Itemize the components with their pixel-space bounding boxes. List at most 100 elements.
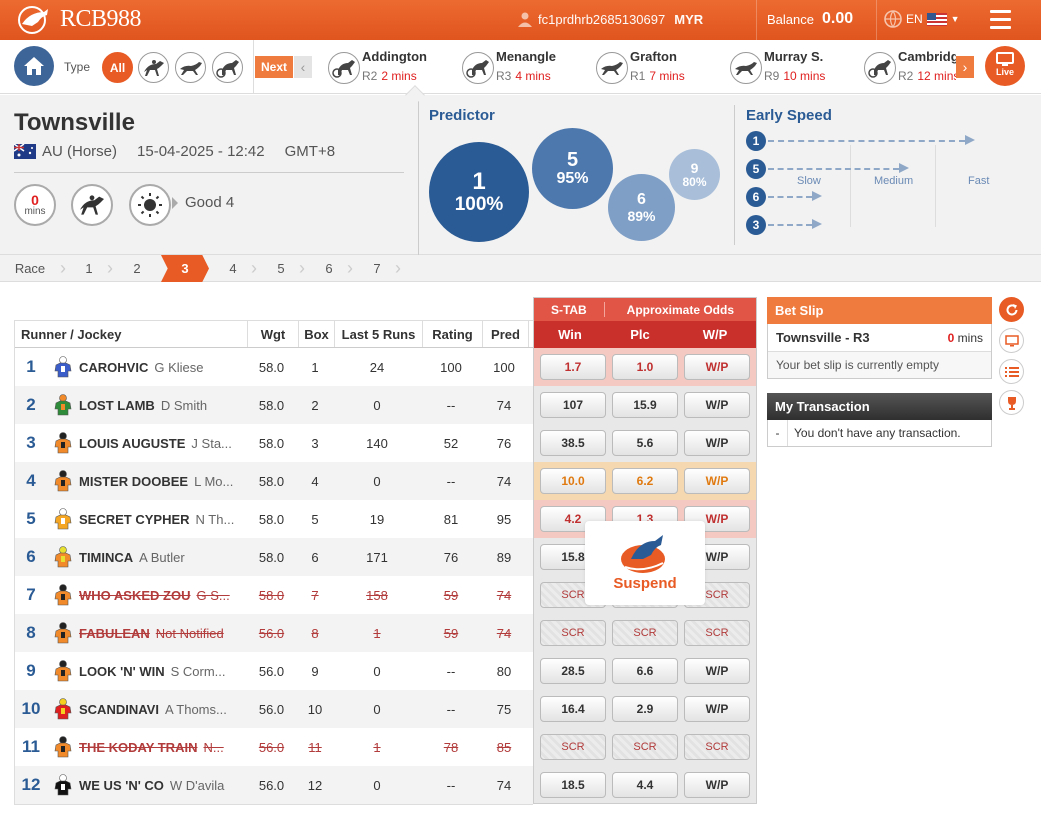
brand-logo[interactable]: RCB988 [14,4,142,34]
race-tab-1[interactable]: 1 [65,255,113,282]
cell-last5: 0 [373,397,381,413]
chevron-right-icon[interactable]: › [956,56,974,78]
cell-wgt: 56.0 [258,739,285,755]
table-row[interactable]: 11 THE KODAY TRAIN N... 56.0 11 1 78 85 [15,728,533,766]
chevron-left-icon[interactable]: ‹ [294,56,312,78]
odds-win-button[interactable]: 10.0 [540,468,606,494]
table-row[interactable]: 12 WE US 'N' CO W D'avila 56.0 12 0 -- 74 [15,766,533,804]
race-tab-3[interactable]: 3 [161,255,209,282]
cell-box: 12 [307,777,323,793]
type-all-button[interactable]: All [102,52,133,83]
trophy-icon [1007,396,1016,410]
hamburger-menu-icon[interactable] [990,10,1011,34]
refresh-button[interactable] [999,297,1024,322]
runner-jockey: FABULEAN Not Notified [79,626,246,641]
bet-slip-title: Bet Slip [767,297,992,324]
table-row[interactable]: 1 CAROHVIC G Kliese 58.0 1 24 100 100 [15,348,533,386]
odds-win-button[interactable]: 107 [540,392,606,418]
next-race-info: R3 4 mins [496,69,551,83]
odds-plc-button[interactable]: 2.9 [612,696,678,722]
odds-win-button[interactable]: 1.7 [540,354,606,380]
race-tab-4[interactable]: 4 [209,255,257,282]
next-race-item[interactable]: Grafton R1 7 mins [582,46,716,90]
odds-plc-button[interactable]: SCR [612,620,678,646]
type-harness-button[interactable] [212,52,243,83]
runner-name: LOST LAMB [79,397,155,413]
odds-wp-button[interactable]: SCR [684,620,750,646]
odds-plc-button[interactable]: SCR [612,734,678,760]
table-row[interactable]: 2 LOST LAMB D Smith 58.0 2 0 -- 74 [15,386,533,424]
odds-win-button[interactable]: SCR [540,620,606,646]
race-tab-2[interactable]: 2 [113,255,161,282]
type-greyhound-button[interactable] [175,52,206,83]
cell-pred: 75 [496,701,512,717]
next-race-info: R2 2 mins [362,69,417,83]
col-box: Box [299,321,335,347]
odds-wp-button[interactable]: W/P [684,696,750,722]
table-row[interactable]: 8 FABULEAN Not Notified 56.0 8 1 59 74 [15,614,533,652]
language-selector[interactable]: EN ▼ [884,10,960,28]
runner-name: SECRET CYPHER [79,511,190,527]
user-icon [518,12,532,27]
divider [756,0,757,40]
user-info[interactable]: fc1prdhrb2685130697 MYR [517,11,703,27]
odds-wp-button[interactable]: SCR [684,734,750,760]
odds-wp-button[interactable]: W/P [684,430,750,456]
cell-pred: 85 [496,739,512,755]
col-rating: Rating [423,321,483,347]
race-tabs: Race 1 › 2 3 4 › 5 › 6 › 7 › › [0,255,1041,282]
race-tab-7[interactable]: 7 [353,255,401,282]
runner-name: FABULEAN [79,625,150,641]
runner-number: 6 [26,547,36,566]
odds-win-button[interactable]: 28.5 [540,658,606,684]
odds-wp-button[interactable]: W/P [684,658,750,684]
odds-row: 18.5 4.4 W/P [534,766,756,804]
odds-row: 38.5 5.6 W/P [534,424,756,462]
race-tab-5[interactable]: 5 [257,255,305,282]
odds-win-button[interactable]: 38.5 [540,430,606,456]
next-race-item[interactable]: Menangle R3 4 mins [448,46,582,90]
odds-win-button[interactable]: SCR [540,734,606,760]
table-row[interactable]: 10 SCANDINAVI A Thoms... 56.0 10 0 -- 75 [15,690,533,728]
type-horse-button[interactable] [138,52,169,83]
odds-plc-button[interactable]: 6.6 [612,658,678,684]
odds-plc-button[interactable]: 15.9 [612,392,678,418]
table-row[interactable]: 9 LOOK 'N' WIN S Corm... 56.0 9 0 -- 80 [15,652,533,690]
bet-slip-race-name: Townsville - R3 [776,330,870,345]
results-button[interactable] [999,390,1024,415]
odds-plc-button[interactable]: 1.0 [612,354,678,380]
next-race-mins: 7 mins [649,69,685,83]
odds-win-button[interactable]: 18.5 [540,772,606,798]
cell-box: 10 [307,701,323,717]
race-tab-6[interactable]: 6 [305,255,353,282]
live-video-button[interactable] [999,328,1024,353]
list-view-button[interactable] [999,359,1024,384]
home-button[interactable] [14,46,54,86]
odds-wp-button[interactable]: W/P [684,354,750,380]
odds-wp-button[interactable]: W/P [684,772,750,798]
odds-plc-button[interactable]: 4.4 [612,772,678,798]
table-row[interactable]: 3 LOUIS AUGUSTE J Sta... 58.0 3 140 52 76 [15,424,533,462]
odds-row: 10.0 6.2 W/P [534,462,756,500]
balance-value: 0.00 [821,10,854,27]
odds-wp-button[interactable]: W/P [684,392,750,418]
live-button[interactable]: Live [985,46,1025,86]
table-row[interactable]: 7 WHO ASKED ZOU G S... 58.0 7 158 59 74 [15,576,533,614]
list-icon [1004,366,1019,377]
next-race-item[interactable]: Addington R2 2 mins [314,46,448,90]
speed-arrow [812,191,822,201]
next-race-item[interactable]: Murray S. R9 10 mins [716,46,850,90]
odds-plc-button[interactable]: 5.6 [612,430,678,456]
table-row[interactable]: 5 SECRET CYPHER N Th... 58.0 5 19 81 95 [15,500,533,538]
col-plc: Plc [630,327,650,342]
odds-wp-button[interactable]: W/P [684,468,750,494]
odds-win-button[interactable]: 16.4 [540,696,606,722]
next-race-item[interactable]: Cambridg R2 12 mins [850,46,956,90]
jockey-silk-icon [47,698,79,720]
odds-plc-button[interactable]: 6.2 [612,468,678,494]
harness-icon [462,52,494,84]
table-row[interactable]: 4 MISTER DOOBEE L Mo... 58.0 4 0 -- 74 [15,462,533,500]
odds-row: SCR SCR SCR [534,614,756,652]
next-race-name: Cambridg [898,49,956,64]
table-row[interactable]: 6 TIMINCA A Butler 58.0 6 171 76 89 [15,538,533,576]
